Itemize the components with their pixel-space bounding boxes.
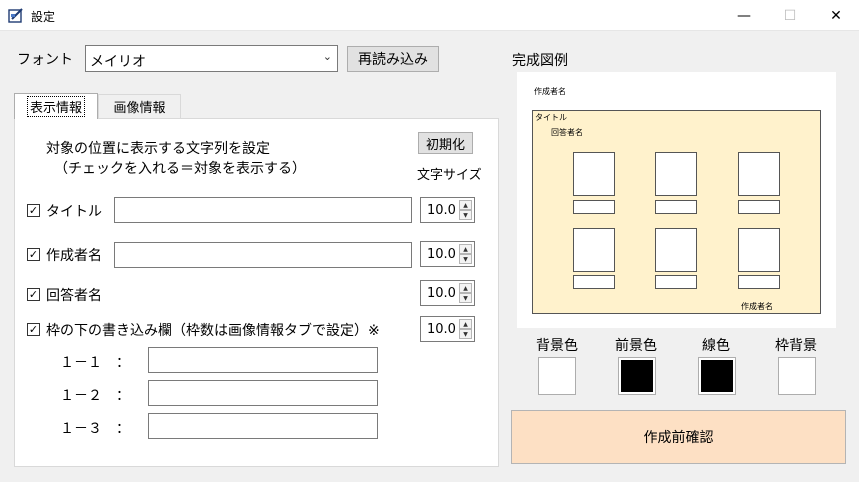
frame-bg-label: 枠背景 <box>775 338 817 354</box>
preview-title: タイトル <box>535 113 567 122</box>
respondent-size-value: 10.0 <box>427 286 456 301</box>
bg-color-fill <box>541 360 573 392</box>
frame-bg-swatch[interactable] <box>778 357 816 395</box>
font-select[interactable]: メイリオ ⌄ <box>85 45 338 72</box>
line-color-label: 線色 <box>702 338 730 354</box>
preview-image-cell <box>655 152 697 196</box>
spinner-down-icon[interactable]: ▼ <box>459 254 472 264</box>
preview-heading: 完成図例 <box>512 53 568 69</box>
preview-note-cell <box>738 275 780 289</box>
description-line1: 対象の位置に表示する文字列を設定 <box>46 141 270 157</box>
spinner-up-icon[interactable]: ▲ <box>459 283 472 293</box>
spinner-up-icon[interactable]: ▲ <box>459 319 472 329</box>
preview-image-cell <box>573 152 615 196</box>
preview-note-cell <box>738 200 780 214</box>
title-label: タイトル <box>46 204 102 220</box>
reset-button[interactable]: 初期化 <box>418 132 473 154</box>
title-size-spinner[interactable]: 10.0 ▲ ▼ <box>420 197 475 223</box>
author-size-spinner[interactable]: 10.0 ▲ ▼ <box>420 241 475 267</box>
line-color-fill <box>701 360 733 392</box>
font-select-value: メイリオ <box>90 54 146 70</box>
subfield-label-2: １－２ ： <box>60 388 130 404</box>
respondent-size-spinner[interactable]: 10.0 ▲ ▼ <box>420 280 475 306</box>
spinner-up-icon[interactable]: ▲ <box>459 200 472 210</box>
bg-color-swatch[interactable] <box>538 357 576 395</box>
window-title: 設定 <box>31 10 56 24</box>
subfield-input-1[interactable] <box>148 347 378 373</box>
respondent-label: 回答者名 <box>46 288 102 304</box>
preview-image-cell <box>738 152 780 196</box>
subfield-label-3: １－３ ： <box>60 421 130 437</box>
app-settings-icon <box>8 8 23 23</box>
font-label: フォント <box>17 52 73 68</box>
preview-author-top: 作成者名 <box>534 87 566 96</box>
preview-respondent: 回答者名 <box>551 128 583 137</box>
respondent-checkbox[interactable]: ✓ <box>27 288 40 301</box>
spinner-down-icon[interactable]: ▼ <box>459 293 472 303</box>
title-checkbox[interactable]: ✓ <box>27 204 40 217</box>
author-input[interactable] <box>114 242 412 268</box>
description-line2: （チェックを入れる＝対象を表示する） <box>54 161 306 177</box>
spinner-down-icon[interactable]: ▼ <box>459 329 472 339</box>
notes-size-spinner[interactable]: 10.0 ▲ ▼ <box>420 316 475 342</box>
fg-color-label: 前景色 <box>615 338 657 354</box>
font-size-header: 文字サイズ <box>417 168 482 183</box>
line-color-swatch[interactable] <box>698 357 736 395</box>
preview-note-cell <box>655 200 697 214</box>
preview-note-cell <box>573 200 615 214</box>
tab-image-info[interactable]: 画像情報 <box>98 94 181 118</box>
fg-color-swatch[interactable] <box>618 357 656 395</box>
preview-image-cell <box>655 228 697 272</box>
subfield-input-3[interactable] <box>148 413 378 439</box>
spinner-up-icon[interactable]: ▲ <box>459 244 472 254</box>
notes-checkbox[interactable]: ✓ <box>27 323 40 336</box>
preview-note-cell <box>573 275 615 289</box>
notes-label: 枠の下の書き込み欄（枠数は画像情報タブで設定）※ <box>46 323 380 339</box>
frame-bg-fill <box>781 360 813 392</box>
preview-author-bottom: 作成者名 <box>741 302 773 311</box>
preview-note-cell <box>655 275 697 289</box>
author-checkbox[interactable]: ✓ <box>27 248 40 261</box>
preview-image-cell <box>738 228 780 272</box>
notes-size-value: 10.0 <box>427 322 456 337</box>
bg-color-label: 背景色 <box>536 338 578 354</box>
close-button[interactable]: ✕ <box>813 0 859 31</box>
chevron-down-icon: ⌄ <box>322 50 332 63</box>
maximize-button[interactable]: ☐ <box>767 0 813 31</box>
minimize-button[interactable]: — <box>721 0 767 31</box>
preview-image-cell <box>573 228 615 272</box>
author-label: 作成者名 <box>46 248 102 264</box>
tab-display-info-label: 表示情報 <box>26 96 86 117</box>
fg-color-fill <box>621 360 653 392</box>
subfield-label-1: １－１ ： <box>60 355 130 371</box>
author-size-value: 10.0 <box>427 247 456 262</box>
tab-image-info-label: 画像情報 <box>113 101 166 116</box>
tab-display-info[interactable]: 表示情報 <box>14 93 98 119</box>
title-input[interactable] <box>114 197 412 223</box>
confirm-before-create-button[interactable]: 作成前確認 <box>511 410 846 464</box>
reload-button[interactable]: 再読み込み <box>347 46 439 72</box>
subfield-input-2[interactable] <box>148 380 378 406</box>
title-size-value: 10.0 <box>427 203 456 218</box>
spinner-down-icon[interactable]: ▼ <box>459 210 472 220</box>
